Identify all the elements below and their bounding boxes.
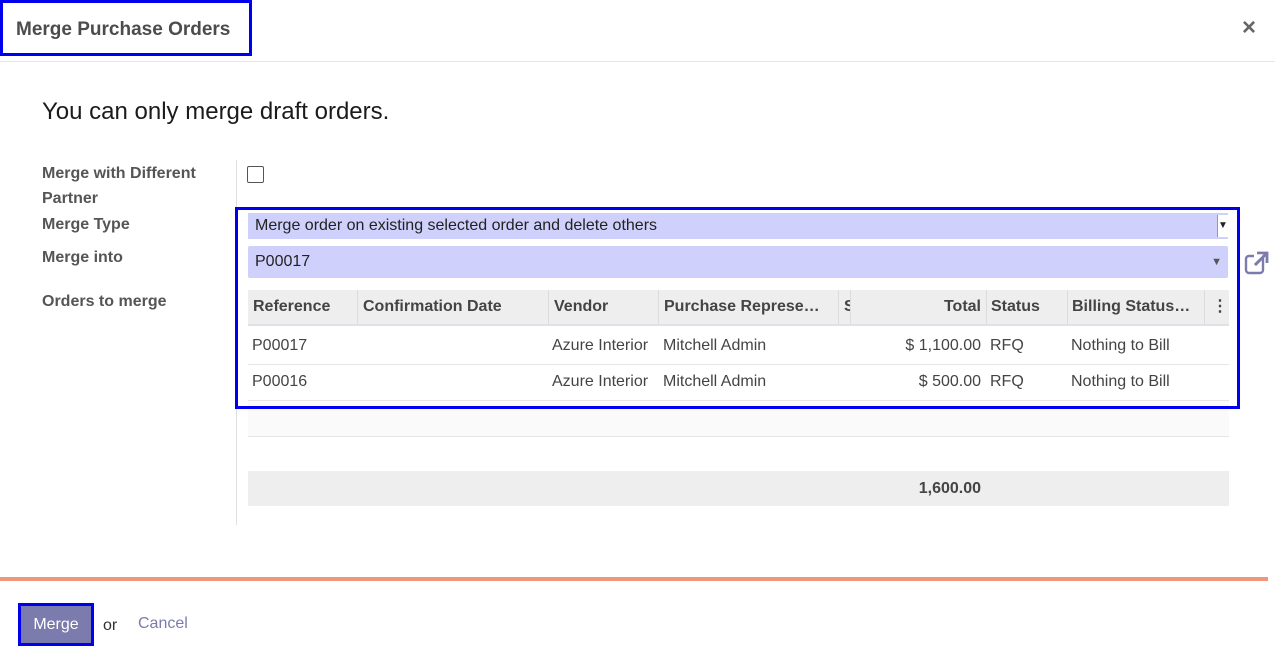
merge-different-partner-checkbox[interactable] [247, 166, 264, 183]
close-icon[interactable]: × [1242, 14, 1256, 42]
dialog-header: Merge Purchase Orders × [0, 0, 1275, 62]
footer-divider [0, 577, 1268, 581]
empty-row [248, 436, 1229, 472]
cancel-button[interactable]: Cancel [138, 615, 188, 633]
warning-message: You can only merge draft orders. [42, 98, 390, 125]
orders-to-merge-label: Orders to merge [42, 293, 167, 310]
merge-button[interactable]: Merge [18, 603, 94, 646]
table-footer: 1,600.00 [248, 471, 1229, 506]
external-link-icon[interactable] [1244, 250, 1270, 276]
dialog-title: Merge Purchase Orders [0, 0, 252, 56]
or-text: or [103, 617, 118, 634]
footer-total: 1,600.00 [918, 480, 981, 497]
highlight-frame [235, 207, 1240, 409]
merge-different-partner-label: Merge with Different Partner [42, 165, 196, 207]
merge-type-label: Merge Type [42, 216, 130, 233]
merge-into-label: Merge into [42, 249, 123, 266]
